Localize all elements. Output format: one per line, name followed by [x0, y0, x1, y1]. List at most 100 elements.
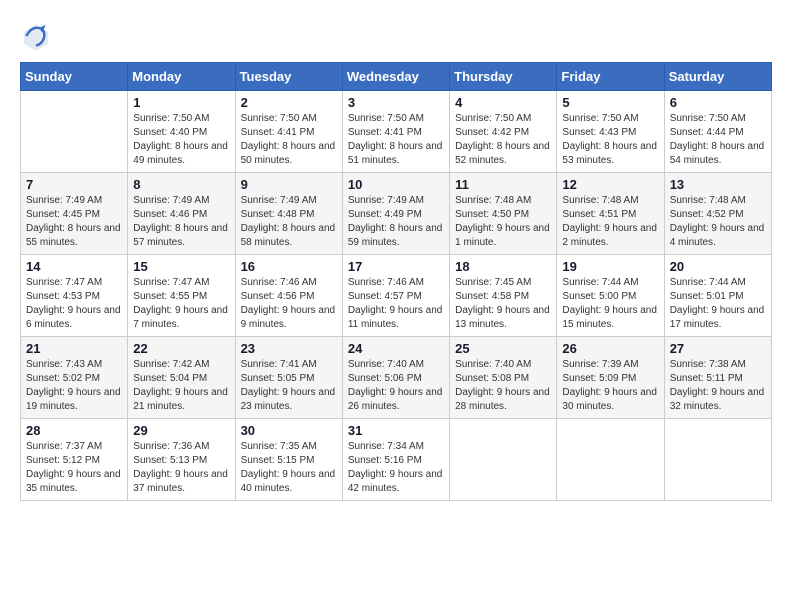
day-info: Sunrise: 7:44 AM Sunset: 5:00 PM Dayligh…	[562, 276, 658, 332]
logo	[20, 20, 58, 52]
calendar-cell: 14 Sunrise: 7:47 AM Sunset: 4:53 PM Dayli…	[21, 255, 128, 337]
day-number: 28	[26, 423, 122, 438]
day-number: 1	[133, 95, 229, 110]
day-info: Sunrise: 7:43 AM Sunset: 5:02 PM Dayligh…	[26, 358, 122, 414]
calendar-cell: 31Sunrise: 7:34 AM Sunset: 5:16 PM Dayli…	[342, 419, 449, 501]
day-number: 13	[670, 177, 766, 192]
calendar-cell: 18Sunrise: 7:45 AM Sunset: 4:58 PM Dayli…	[450, 255, 557, 337]
calendar-cell: 24 Sunrise: 7:40 AM Sunset: 5:06 PM Dayli…	[342, 337, 449, 419]
day-number: 21	[26, 341, 122, 356]
day-header-sunday: Sunday	[21, 63, 128, 91]
day-info: Sunrise: 7:50 AM Sunset: 4:41 PM Dayligh…	[348, 112, 444, 168]
calendar-cell: 13 Sunrise: 7:48 AM Sunset: 4:52 PM Dayli…	[664, 173, 771, 255]
day-number: 6	[670, 95, 766, 110]
day-number: 20	[670, 259, 766, 274]
day-number: 11	[455, 177, 551, 192]
calendar-cell: 12 Sunrise: 7:48 AM Sunset: 4:51 PM Dayli…	[557, 173, 664, 255]
week-row-2: 7 Sunrise: 7:49 AM Sunset: 4:45 PM Daylig…	[21, 173, 772, 255]
day-info: Sunrise: 7:40 AM Sunset: 5:08 PM Dayligh…	[455, 358, 551, 414]
day-number: 15	[133, 259, 229, 274]
calendar-cell: 16 Sunrise: 7:46 AM Sunset: 4:56 PM Dayli…	[235, 255, 342, 337]
day-number: 22	[133, 341, 229, 356]
calendar-cell	[664, 419, 771, 501]
day-number: 17	[348, 259, 444, 274]
day-info: Sunrise: 7:42 AM Sunset: 5:04 PM Dayligh…	[133, 358, 229, 414]
logo-icon	[20, 20, 52, 52]
calendar-cell: 22 Sunrise: 7:42 AM Sunset: 5:04 PM Dayli…	[128, 337, 235, 419]
day-number: 10	[348, 177, 444, 192]
day-info: Sunrise: 7:40 AM Sunset: 5:06 PM Dayligh…	[348, 358, 444, 414]
calendar-cell: 9 Sunrise: 7:49 AM Sunset: 4:48 PM Daylig…	[235, 173, 342, 255]
day-info: Sunrise: 7:50 AM Sunset: 4:41 PM Dayligh…	[241, 112, 337, 168]
day-number: 4	[455, 95, 551, 110]
day-info: Sunrise: 7:46 AM Sunset: 4:56 PM Dayligh…	[241, 276, 337, 332]
page-header	[20, 20, 772, 52]
day-number: 2	[241, 95, 337, 110]
day-info: Sunrise: 7:41 AM Sunset: 5:05 PM Dayligh…	[241, 358, 337, 414]
day-info: Sunrise: 7:50 AM Sunset: 4:44 PM Dayligh…	[670, 112, 766, 168]
calendar-header: SundayMondayTuesdayWednesdayThursdayFrid…	[21, 63, 772, 91]
calendar-cell: 7 Sunrise: 7:49 AM Sunset: 4:45 PM Daylig…	[21, 173, 128, 255]
day-info: Sunrise: 7:50 AM Sunset: 4:40 PM Dayligh…	[133, 112, 229, 168]
calendar-cell: 25 Sunrise: 7:40 AM Sunset: 5:08 PM Dayli…	[450, 337, 557, 419]
day-header-row: SundayMondayTuesdayWednesdayThursdayFrid…	[21, 63, 772, 91]
calendar-cell: 28Sunrise: 7:37 AM Sunset: 5:12 PM Dayli…	[21, 419, 128, 501]
calendar-cell: 6 Sunrise: 7:50 AM Sunset: 4:44 PM Daylig…	[664, 91, 771, 173]
day-info: Sunrise: 7:45 AM Sunset: 4:58 PM Dayligh…	[455, 276, 551, 332]
calendar-cell: 26 Sunrise: 7:39 AM Sunset: 5:09 PM Dayli…	[557, 337, 664, 419]
day-info: Sunrise: 7:44 AM Sunset: 5:01 PM Dayligh…	[670, 276, 766, 332]
day-header-thursday: Thursday	[450, 63, 557, 91]
calendar-body: 1 Sunrise: 7:50 AM Sunset: 4:40 PM Daylig…	[21, 91, 772, 501]
calendar-cell: 20 Sunrise: 7:44 AM Sunset: 5:01 PM Dayli…	[664, 255, 771, 337]
day-number: 14	[26, 259, 122, 274]
day-info: Sunrise: 7:49 AM Sunset: 4:48 PM Dayligh…	[241, 194, 337, 250]
day-number: 9	[241, 177, 337, 192]
week-row-1: 1 Sunrise: 7:50 AM Sunset: 4:40 PM Daylig…	[21, 91, 772, 173]
day-number: 24	[348, 341, 444, 356]
calendar-cell	[450, 419, 557, 501]
calendar-cell: 19 Sunrise: 7:44 AM Sunset: 5:00 PM Dayli…	[557, 255, 664, 337]
day-info: Sunrise: 7:35 AM Sunset: 5:15 PM Dayligh…	[241, 440, 337, 496]
calendar-cell: 29Sunrise: 7:36 AM Sunset: 5:13 PM Dayli…	[128, 419, 235, 501]
calendar-cell: 5 Sunrise: 7:50 AM Sunset: 4:43 PM Daylig…	[557, 91, 664, 173]
calendar-cell: 1 Sunrise: 7:50 AM Sunset: 4:40 PM Daylig…	[128, 91, 235, 173]
day-header-monday: Monday	[128, 63, 235, 91]
day-number: 23	[241, 341, 337, 356]
day-number: 5	[562, 95, 658, 110]
week-row-5: 28Sunrise: 7:37 AM Sunset: 5:12 PM Dayli…	[21, 419, 772, 501]
day-info: Sunrise: 7:50 AM Sunset: 4:43 PM Dayligh…	[562, 112, 658, 168]
day-number: 19	[562, 259, 658, 274]
day-number: 16	[241, 259, 337, 274]
calendar-cell	[557, 419, 664, 501]
week-row-4: 21 Sunrise: 7:43 AM Sunset: 5:02 PM Dayli…	[21, 337, 772, 419]
day-info: Sunrise: 7:46 AM Sunset: 4:57 PM Dayligh…	[348, 276, 444, 332]
day-info: Sunrise: 7:48 AM Sunset: 4:51 PM Dayligh…	[562, 194, 658, 250]
calendar-cell: 21 Sunrise: 7:43 AM Sunset: 5:02 PM Dayli…	[21, 337, 128, 419]
calendar-cell: 3 Sunrise: 7:50 AM Sunset: 4:41 PM Daylig…	[342, 91, 449, 173]
day-number: 7	[26, 177, 122, 192]
day-info: Sunrise: 7:38 AM Sunset: 5:11 PM Dayligh…	[670, 358, 766, 414]
day-number: 12	[562, 177, 658, 192]
calendar-cell: 11 Sunrise: 7:48 AM Sunset: 4:50 PM Dayli…	[450, 173, 557, 255]
day-info: Sunrise: 7:49 AM Sunset: 4:46 PM Dayligh…	[133, 194, 229, 250]
day-info: Sunrise: 7:48 AM Sunset: 4:52 PM Dayligh…	[670, 194, 766, 250]
day-info: Sunrise: 7:47 AM Sunset: 4:53 PM Dayligh…	[26, 276, 122, 332]
day-number: 8	[133, 177, 229, 192]
day-info: Sunrise: 7:36 AM Sunset: 5:13 PM Dayligh…	[133, 440, 229, 496]
day-header-tuesday: Tuesday	[235, 63, 342, 91]
day-number: 31	[348, 423, 444, 438]
day-number: 3	[348, 95, 444, 110]
day-number: 26	[562, 341, 658, 356]
calendar-table: SundayMondayTuesdayWednesdayThursdayFrid…	[20, 62, 772, 501]
day-info: Sunrise: 7:49 AM Sunset: 4:45 PM Dayligh…	[26, 194, 122, 250]
calendar-cell: 4Sunrise: 7:50 AM Sunset: 4:42 PM Daylig…	[450, 91, 557, 173]
day-number: 25	[455, 341, 551, 356]
day-info: Sunrise: 7:39 AM Sunset: 5:09 PM Dayligh…	[562, 358, 658, 414]
day-info: Sunrise: 7:48 AM Sunset: 4:50 PM Dayligh…	[455, 194, 551, 250]
calendar-cell: 2 Sunrise: 7:50 AM Sunset: 4:41 PM Daylig…	[235, 91, 342, 173]
calendar-cell	[21, 91, 128, 173]
calendar-cell: 30 Sunrise: 7:35 AM Sunset: 5:15 PM Dayli…	[235, 419, 342, 501]
day-header-wednesday: Wednesday	[342, 63, 449, 91]
day-number: 30	[241, 423, 337, 438]
calendar-cell: 15Sunrise: 7:47 AM Sunset: 4:55 PM Dayli…	[128, 255, 235, 337]
